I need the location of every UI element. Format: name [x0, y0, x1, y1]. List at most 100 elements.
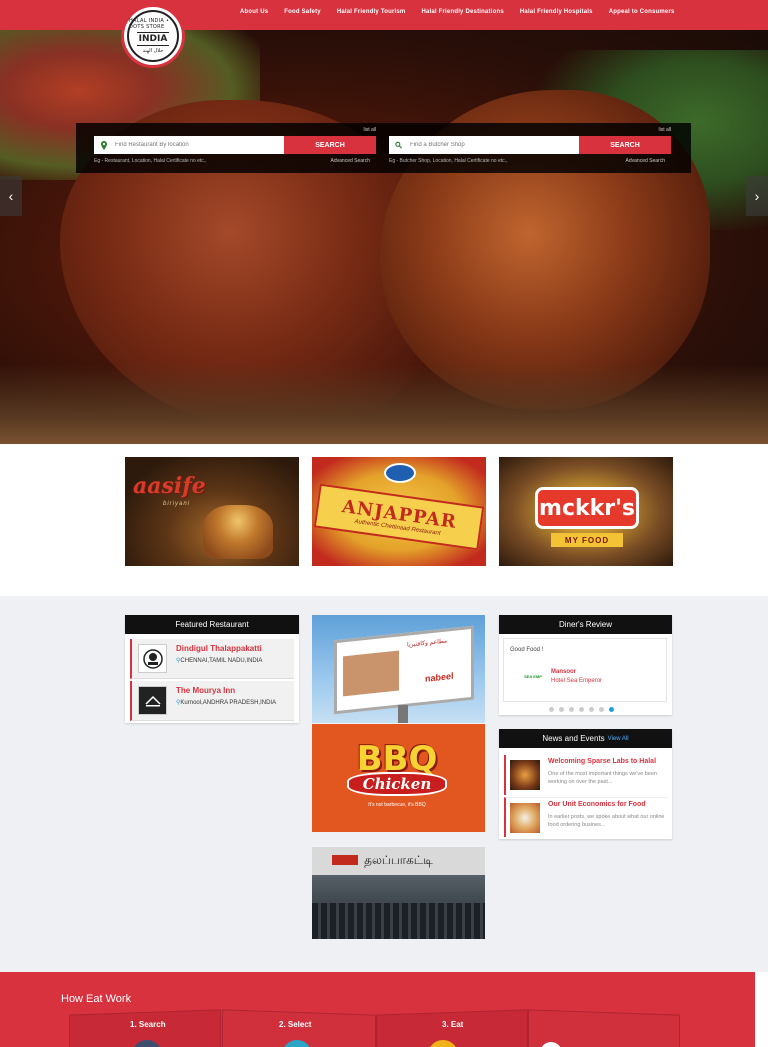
bbq-tagline: It's not barbecue, it's BBQ	[368, 802, 426, 808]
news-item-title[interactable]: Welcoming Sparse Labs to Halal	[548, 758, 656, 765]
main-nav: About Us Food Safety Halal Friendly Tour…	[240, 9, 675, 15]
mckkrs-logo-text: mckkr's	[535, 487, 639, 529]
anjappar-banner: ANJAPPAR Authentic Chettinaad Restaurant	[313, 483, 485, 551]
nabeel-logo-text: nabeel	[425, 670, 454, 684]
nav-halal-tourism[interactable]: Halal Friendly Tourism	[337, 9, 406, 15]
logo-middle-text: INDIA	[136, 32, 170, 46]
news-item[interactable]: Our Unit Economics for Food In earlier p…	[504, 797, 668, 837]
news-events-header: News and Events View All	[499, 729, 672, 748]
nabeel-arabic-text: مطاعم وكافتيريا	[407, 638, 448, 649]
search-panel: list all SEARCH Eg - Restaurant, Locatio…	[76, 123, 691, 173]
restaurant-search-input[interactable]	[115, 142, 275, 148]
butcher-search-hint: Eg - Butcher Shop, Location, Halal Certi…	[389, 158, 508, 164]
nav-halal-hospitals[interactable]: Halal Friendly Hospitals	[520, 9, 593, 15]
butcher-search-input[interactable]	[410, 142, 570, 148]
shop-sign-red-block	[332, 855, 358, 865]
restaurant-search: list all SEARCH Eg - Restaurant, Locatio…	[94, 123, 376, 173]
carousel-dot-active[interactable]	[609, 707, 614, 712]
nav-about-us[interactable]: About Us	[240, 9, 268, 15]
reviewer-hotel[interactable]: Hotel Sea Emperor	[551, 678, 602, 684]
thalappakatti-ad-banner[interactable]: தலப்பாகட்டி	[312, 847, 485, 939]
brand-tile-anjappar[interactable]: ANJAPPAR Authentic Chettinaad Restaurant	[312, 457, 486, 566]
featured-item-name[interactable]: The Mourya Inn	[176, 686, 235, 695]
search-icon	[395, 141, 402, 150]
biryani-pot-image	[203, 505, 273, 559]
bbq-logo: BBQ Chicken It's not barbecue, it's BBQ	[322, 742, 472, 812]
reviewer-avatar: SEA EMP	[524, 673, 542, 679]
nabeel-ad-banner[interactable]: مطاعم وكافتيريا nabeel	[312, 615, 485, 723]
hero-carousel	[0, 30, 768, 444]
map-pin-icon	[100, 140, 107, 150]
news-view-all-link[interactable]: View All	[608, 736, 629, 742]
butcher-list-all-link[interactable]: list all	[658, 127, 671, 133]
news-thumbnail	[510, 760, 540, 790]
featured-item-name[interactable]: Dindigul Thalappakatti	[176, 644, 262, 653]
butcher-search-field[interactable]	[389, 136, 579, 154]
logo-seal: HALAL INDIA • DOTS STORE INDIA حلال الهن…	[127, 10, 179, 62]
featured-restaurant-title: Featured Restaurant	[125, 615, 299, 634]
restaurant-advanced-search-link[interactable]: Advanced Search	[331, 158, 370, 164]
diners-review-panel: Diner's Review Good Food ! SEA EMP Manso…	[499, 615, 672, 715]
featured-item[interactable]: Dindigul Thalappakatti ⚲CHENNAI,TAMIL NA…	[130, 639, 294, 679]
news-item-desc: In earlier posts, we spoke about what ou…	[548, 814, 665, 828]
featured-restaurant-panel: Featured Restaurant Dindigul Thalappakat…	[125, 615, 299, 723]
diners-review-title: Diner's Review	[499, 615, 672, 634]
step-label-eat: 3. Eat	[442, 1020, 464, 1029]
carousel-prev-button[interactable]: ‹	[0, 176, 22, 216]
carousel-dot[interactable]	[569, 707, 574, 712]
bbq-chicken-text: Chicken	[346, 772, 448, 796]
nav-appeal-consumers[interactable]: Appeal to Consumers	[609, 9, 675, 15]
carousel-dot[interactable]	[579, 707, 584, 712]
nav-halal-destinations[interactable]: Halal Friendly Destinations	[421, 9, 503, 15]
news-item-desc: One of the most important things we've b…	[548, 771, 657, 785]
brand-tile-aasife[interactable]: aasife biriyani	[125, 457, 299, 566]
staff-group-photo	[312, 903, 485, 939]
shop-sign-text: தலப்பாகட்டி	[364, 853, 433, 867]
news-item-title[interactable]: Our Unit Economics for Food	[548, 801, 646, 808]
review-carousel-dots	[549, 707, 614, 712]
reviewer-name: Mansoor	[551, 669, 577, 675]
restaurant-logo	[138, 686, 167, 715]
review-quote: Good Food !	[510, 647, 544, 653]
halal-india-logo[interactable]: HALAL INDIA • DOTS STORE INDIA حلال الهن…	[121, 4, 185, 68]
logo-top-text: HALAL INDIA • DOTS STORE	[129, 18, 170, 30]
how-it-works-title: How Eat Work	[61, 993, 132, 1005]
logo-bottom-text: حلال الهند	[142, 48, 164, 54]
restaurant-list-all-link[interactable]: list all	[363, 127, 376, 133]
butcher-advanced-search-link[interactable]: Advanced Search	[626, 158, 665, 164]
featured-item-location: ⚲CHENNAI,TAMIL NADU,INDIA	[176, 658, 263, 664]
billboard: مطاعم وكافتيريا nabeel	[334, 625, 474, 715]
top-navbar: About Us Food Safety Halal Friendly Tour…	[0, 0, 768, 30]
brand-tiles: aasife biriyani ANJAPPAR Authentic Chett…	[125, 457, 673, 566]
news-events-panel: News and Events View All Welcoming Spars…	[499, 729, 672, 839]
step-label-select: 2. Select	[279, 1020, 312, 1029]
restaurant-search-field[interactable]	[94, 136, 284, 154]
restaurant-logo	[138, 644, 167, 673]
hero-cutting-board	[0, 364, 768, 444]
aasife-sub-text: biriyani	[163, 501, 191, 507]
mckkrs-sub-text: MY FOOD	[551, 533, 623, 547]
anjappar-emblem	[384, 463, 416, 483]
butcher-search-button[interactable]: SEARCH	[579, 136, 671, 154]
brand-tile-mckkrs[interactable]: mckkr's MY FOOD	[499, 457, 673, 566]
featured-item-location: ⚲Kurnool,ANDHRA PRADESH,INDIA	[176, 700, 277, 706]
how-it-works-section: How Eat Work 1. Search 2. Select 3. Eat	[0, 972, 755, 1047]
carousel-dot[interactable]	[549, 707, 554, 712]
billboard-pole	[398, 705, 408, 723]
carousel-dot[interactable]	[589, 707, 594, 712]
news-events-title: News and Events	[542, 734, 605, 743]
featured-item[interactable]: The Mourya Inn ⚲Kurnool,ANDHRA PRADESH,I…	[130, 681, 294, 721]
page: About Us Food Safety Halal Friendly Tour…	[0, 0, 768, 1047]
nav-food-safety[interactable]: Food Safety	[284, 9, 321, 15]
bbq-chicken-ad-banner[interactable]: BBQ Chicken It's not barbecue, it's BBQ	[312, 724, 485, 832]
step-label-search: 1. Search	[130, 1020, 166, 1029]
news-item[interactable]: Welcoming Sparse Labs to Halal One of th…	[504, 755, 668, 795]
carousel-next-button[interactable]: ›	[746, 176, 768, 216]
butcher-search: list all SEARCH Eg - Butcher Shop, Locat…	[389, 123, 671, 173]
restaurant-search-button[interactable]: SEARCH	[284, 136, 376, 154]
carousel-dot[interactable]	[599, 707, 604, 712]
review-card: Good Food ! SEA EMP Mansoor Hotel Sea Em…	[503, 638, 667, 702]
carousel-dot[interactable]	[559, 707, 564, 712]
shop-signboard: தலப்பாகட்டி	[312, 847, 485, 875]
aasife-logo-text: aasife	[133, 473, 206, 499]
